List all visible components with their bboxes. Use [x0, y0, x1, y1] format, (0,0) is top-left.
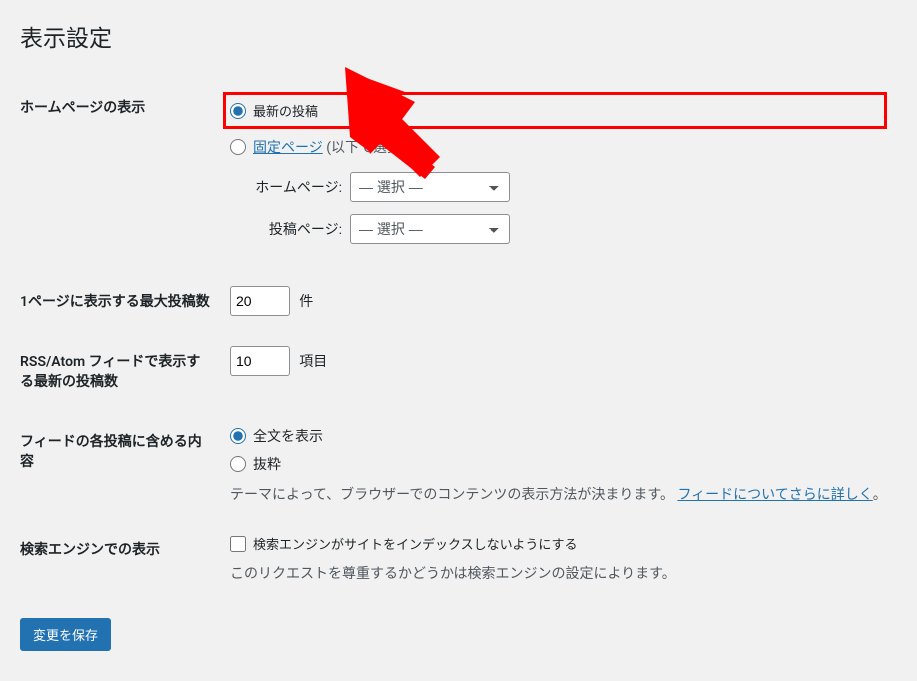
row-label-rss-count: RSS/Atom フィードで表示する最新の投稿数 [20, 331, 220, 411]
row-label-homepage: ホームページの表示 [20, 77, 220, 271]
radio-feed-full-label[interactable]: 全文を表示 [253, 426, 323, 446]
radio-feed-excerpt[interactable] [230, 456, 246, 472]
page-title: 表示設定 [20, 10, 897, 57]
radio-latest-posts[interactable] [230, 103, 246, 119]
row-label-feed-content: フィードの各投稿に含める内容 [20, 411, 220, 519]
radio-feed-full[interactable] [230, 428, 246, 444]
fixed-page-suffix: (以下で選択) [326, 140, 406, 156]
radio-latest-posts-highlight: 最新の投稿 [223, 92, 887, 129]
radio-latest-posts-label[interactable]: 最新の投稿 [253, 101, 318, 120]
row-label-posts-per-page: 1ページに表示する最大投稿数 [20, 271, 220, 331]
rss-count-input[interactable] [230, 346, 290, 376]
posts-per-page-input[interactable] [230, 286, 290, 316]
homepage-select[interactable]: — 選択 — [350, 172, 510, 202]
radio-fixed-page-label[interactable]: 固定ページ (以下で選択) [253, 137, 406, 157]
rss-count-unit: 項目 [299, 354, 327, 370]
feed-desc-prefix: テーマによって、ブラウザーでのコンテンツの表示方法が決まります。 [230, 487, 674, 503]
row-label-search-engine: 検索エンジンでの表示 [20, 519, 220, 598]
save-button[interactable]: 変更を保存 [20, 618, 111, 651]
fixed-page-link[interactable]: 固定ページ [253, 140, 323, 156]
feed-desc-trailing: 。 [873, 487, 887, 503]
search-engine-checkbox[interactable] [230, 536, 246, 552]
posts-page-select[interactable]: — 選択 — [350, 214, 510, 244]
settings-form: ホームページの表示 最新の投稿 固定ページ (以下で選択) [20, 77, 897, 598]
posts-per-page-unit: 件 [299, 294, 313, 310]
posts-page-select-label: 投稿ページ: [252, 219, 342, 239]
feed-desc-link[interactable]: フィードについてさらに詳しく [677, 487, 872, 503]
homepage-select-label: ホームページ: [252, 177, 342, 197]
search-engine-desc: このリクエストを尊重するかどうかは検索エンジンの設定によります。 [230, 563, 887, 583]
radio-fixed-page[interactable] [230, 139, 246, 155]
search-engine-checkbox-label[interactable]: 検索エンジンがサイトをインデックスしないようにする [253, 534, 577, 553]
radio-feed-excerpt-label[interactable]: 抜粋 [253, 454, 281, 474]
